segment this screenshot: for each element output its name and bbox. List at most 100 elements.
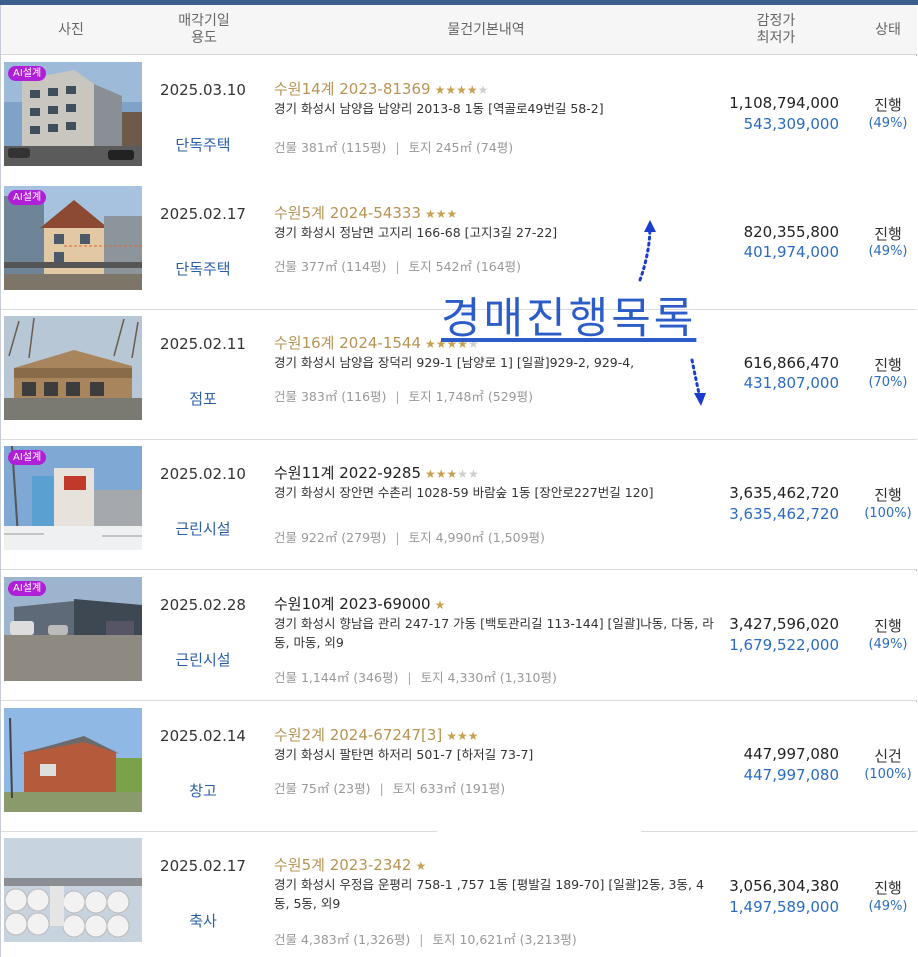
case-number: 수원14계 2023-81369 — [274, 80, 431, 98]
property-address: 경기 화성시 정남면 고지리 166-68 [고지3길 27-22] — [274, 225, 558, 240]
case-number: 수원5계 2023-2342 — [274, 856, 412, 874]
property-address: 경기 화성시 우정읍 운평리 758-1 ,757 1동 [평발길 189-70… — [274, 877, 704, 911]
status-label: 진행 — [874, 225, 902, 243]
status-percent: (70%) — [868, 375, 908, 390]
auction-list-overlay-title: 경매진행목록 — [441, 294, 697, 344]
status-label: 진행 — [874, 486, 902, 504]
header-date-use: 매각기일 용도 — [156, 13, 252, 47]
status-label: 진행 — [874, 617, 902, 635]
property-photo[interactable]: AI설계 — [4, 186, 142, 290]
minimum-price: 543,309,000 — [743, 115, 839, 133]
land-area: 토지 10,621㎡ (3,213평) — [432, 932, 577, 947]
status-label: 진행 — [874, 879, 902, 897]
overlay-cover-strip — [437, 824, 641, 836]
divider: | — [395, 530, 400, 545]
area-info: 건물 4,383㎡ (1,326평) | 토지 10,621㎡ (3,213평) — [274, 929, 577, 948]
appraised-price: 3,056,304,380 — [729, 877, 839, 895]
appraised-price: 820,355,800 — [743, 223, 839, 241]
building-area: 건물 381㎡ (115평) — [274, 140, 387, 155]
usage-link[interactable]: 축사 — [151, 910, 255, 931]
property-photo[interactable]: AI설계 — [4, 446, 142, 550]
minimum-price: 1,679,522,000 — [729, 636, 839, 654]
land-area: 토지 245㎡ (74평) — [408, 140, 514, 155]
case-number-link[interactable]: 수원10계 2023-69000 ★ — [274, 593, 445, 614]
status-percent: (100%) — [864, 767, 912, 782]
property-photo[interactable] — [4, 708, 142, 812]
ai-design-badge: AI설계 — [8, 190, 47, 205]
status-label: 신건 — [874, 747, 902, 765]
property-address: 경기 화성시 남양읍 남양리 2013-8 1동 [역골로49번길 58-2] — [274, 101, 604, 116]
photo-warehouse — [4, 708, 142, 812]
header-date-label: 매각기일 — [178, 13, 230, 29]
area-info: 건물 377㎡ (114평) | 토지 542㎡ (164평) — [274, 256, 521, 275]
case-number-link[interactable]: 수원2계 2024-67247[3] ★★★ — [274, 724, 479, 745]
appraised-price: 447,997,080 — [743, 745, 839, 763]
appraised-price: 616,866,470 — [743, 354, 839, 372]
usage-link[interactable]: 단독주택 — [151, 134, 255, 155]
land-area: 토지 4,990㎡ (1,509평) — [408, 530, 545, 545]
auction-row[interactable]: AI설계 2025.02.28 근린시설 수원10계 2023-69000 ★ 경… — [1, 571, 917, 701]
header-info: 물건기본내역 — [447, 22, 525, 38]
status-percent: (49%) — [868, 244, 908, 259]
auction-row[interactable]: AI설계 2025.03.10 단독주택 수원14계 2023-81369 ★★★… — [1, 56, 917, 186]
property-photo[interactable]: AI설계 — [4, 577, 142, 681]
land-area: 토지 1,748㎡ (529평) — [408, 389, 533, 404]
header-use-label: 용도 — [191, 30, 217, 46]
case-number-link[interactable]: 수원5계 2024-54333 ★★★ — [274, 202, 457, 223]
auction-row[interactable]: 2025.02.14 창고 수원2계 2024-67247[3] ★★★ 경기 화… — [1, 702, 917, 832]
usage-link[interactable]: 근린시설 — [151, 649, 255, 670]
property-photo[interactable] — [4, 838, 142, 942]
rating-stars-icon: ★★★★★ — [425, 467, 479, 481]
auction-row[interactable]: 2025.02.17 축사 수원5계 2023-2342 ★ 경기 화성시 우정읍… — [1, 832, 917, 957]
sale-date: 2025.03.10 — [160, 81, 246, 99]
sale-date: 2025.02.14 — [160, 727, 246, 745]
auction-row[interactable]: AI설계 2025.02.10 근린시설 수원11계 2022-9285 ★★★★… — [1, 440, 917, 570]
usage-link[interactable]: 단독주택 — [151, 258, 255, 279]
property-photo[interactable] — [4, 316, 142, 420]
building-area: 건물 383㎡ (116평) — [274, 389, 387, 404]
divider: | — [395, 140, 400, 155]
rating-stars-icon: ★★★ — [446, 729, 479, 743]
sale-date: 2025.02.17 — [160, 857, 246, 875]
case-number: 수원5계 2024-54333 — [274, 204, 422, 222]
building-area: 건물 4,383㎡ (1,326평) — [274, 932, 411, 947]
minimum-price: 3,635,462,720 — [729, 505, 839, 523]
case-number-link[interactable]: 수원11계 2022-9285 ★★★★★ — [274, 462, 479, 483]
case-number: 수원16계 2024-1544 — [274, 334, 422, 352]
header-price: 감정가 최저가 — [726, 13, 826, 47]
rating-stars-icon: ★★★ — [425, 207, 458, 221]
header-appraised-label: 감정가 — [756, 13, 796, 29]
area-info: 건물 922㎡ (279평) | 토지 4,990㎡ (1,509평) — [274, 527, 545, 546]
status-label: 진행 — [874, 356, 902, 374]
property-address: 경기 화성시 향남읍 관리 247-17 가동 [백토관리길 113-144] … — [274, 616, 714, 650]
divider: | — [419, 932, 424, 947]
sale-date: 2025.02.11 — [160, 335, 246, 353]
appraised-price: 3,635,462,720 — [729, 484, 839, 502]
building-area: 건물 1,144㎡ (346평) — [274, 670, 399, 685]
building-area: 건물 377㎡ (114평) — [274, 259, 387, 274]
rating-stars-icon: ★ — [415, 859, 427, 873]
minimum-price: 401,974,000 — [743, 243, 839, 261]
table-header: 사진 매각기일 용도 물건기본내역 감정가 최저가 상태 — [1, 5, 917, 55]
usage-link[interactable]: 점포 — [151, 388, 255, 409]
case-number-link[interactable]: 수원14계 2023-81369 ★★★★★ — [274, 78, 488, 99]
minimum-price: 1,497,589,000 — [729, 898, 839, 916]
property-address: 경기 화성시 남양읍 장덕리 929-1 [남양로 1] [일괄]929-2, … — [274, 355, 635, 370]
usage-link[interactable]: 창고 — [151, 780, 255, 801]
property-photo[interactable]: AI설계 — [4, 62, 142, 166]
case-number-link[interactable]: 수원5계 2023-2342 ★ — [274, 854, 426, 875]
ai-design-badge: AI설계 — [8, 450, 47, 465]
case-number: 수원11계 2022-9285 — [274, 464, 422, 482]
property-address: 경기 화성시 장안면 수촌리 1028-59 바람숲 1동 [장안로227번길 … — [274, 485, 654, 500]
case-number: 수원10계 2023-69000 — [274, 595, 431, 613]
land-area: 토지 633㎡ (191평) — [392, 781, 506, 796]
header-photo: 사진 — [58, 22, 84, 38]
rating-stars-icon: ★ — [434, 598, 446, 612]
photo-livestock-barn — [4, 838, 142, 942]
case-number: 수원2계 2024-67247[3] — [274, 726, 443, 744]
divider: | — [395, 259, 400, 274]
land-area: 토지 542㎡ (164평) — [408, 259, 522, 274]
ai-design-badge: AI설계 — [8, 66, 47, 81]
usage-link[interactable]: 근린시설 — [151, 518, 255, 539]
divider: | — [379, 781, 384, 796]
